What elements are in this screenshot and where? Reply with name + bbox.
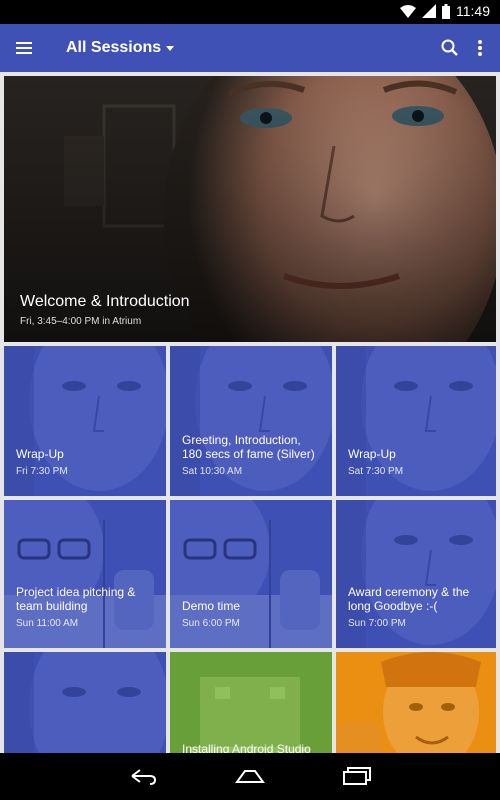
speaker-photo [336,652,496,753]
session-card[interactable] [336,652,496,753]
session-time: Sat 7:30 PM [348,466,404,477]
status-time: 11:49 [456,3,490,19]
session-title: Installing Android Studio [182,742,311,753]
session-card[interactable]: Award ceremony & the long Goodbye :-( Su… [336,500,496,648]
session-title: Demo time [182,599,241,613]
home-icon [235,770,265,783]
session-card[interactable]: Wrap-Up Sat 7:30 PM [336,346,496,496]
android-robot-image [170,652,332,753]
speaker-photo [4,652,166,753]
session-card[interactable]: Greeting, Introduction, 180 secs of fame… [170,346,332,496]
session-filter-dropdown[interactable]: All Sessions [66,36,175,60]
session-card[interactable]: Installing Android Studio [170,652,332,753]
hero-session-title: Welcome & Introduction [20,293,190,310]
session-time: Sun 6:00 PM [182,618,240,629]
navigation-bar [0,753,500,800]
recents-icon [343,767,371,785]
dropdown-arrow-icon [166,46,175,51]
hero-session-time: Fri, 3:45–4:00 PM in Atrium [20,316,142,327]
menu-icon [16,42,32,54]
session-card[interactable]: Wrap-Up Fri 7:30 PM [4,346,166,496]
session-grid: Welcome & Introduction Fri, 3:45–4:00 PM… [0,72,500,753]
back-button[interactable] [128,765,158,787]
battery-icon [442,3,450,19]
session-time: Fri 7:30 PM [16,466,68,477]
more-vert-icon [478,40,482,56]
session-title: Wrap-Up [16,447,64,461]
signal-icon [422,4,436,18]
hero-session-card[interactable]: Welcome & Introduction Fri, 3:45–4:00 PM… [4,76,496,342]
recents-button[interactable] [342,765,372,787]
back-icon [131,769,157,785]
search-button[interactable] [438,36,462,60]
session-card[interactable]: Demo time Sun 6:00 PM [170,500,332,648]
session-title: Wrap-Up [348,447,396,461]
session-title: Project idea pitching & team building [16,585,136,613]
session-time: Sat 10:30 AM [182,466,243,477]
session-title: Award ceremony & the long Goodbye :-( [348,585,470,613]
status-bar: 11:49 [0,0,500,24]
more-options-button[interactable] [468,36,492,60]
search-icon [441,39,458,56]
app-bar-title: All Sessions [66,39,162,56]
app-bar: All Sessions [0,24,500,72]
session-card[interactable] [4,652,166,753]
session-time: Sun 11:00 AM [16,618,79,629]
session-card[interactable]: Project idea pitching & team building Su… [4,500,166,648]
home-button[interactable] [235,765,265,787]
session-time: Sun 7:00 PM [348,618,406,629]
menu-button[interactable] [12,36,36,60]
session-title: Greeting, Introduction, 180 secs of fame… [182,433,315,461]
wifi-icon [400,4,416,18]
